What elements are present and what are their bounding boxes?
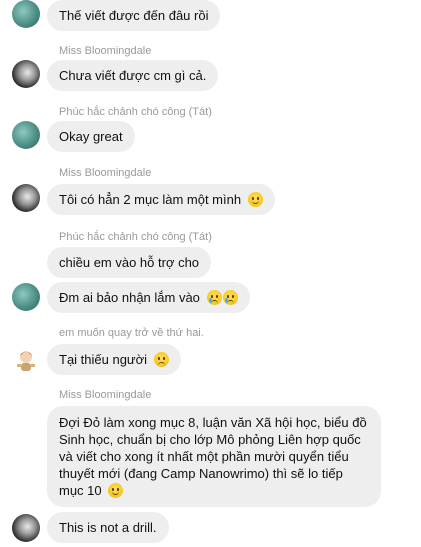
message-bubble[interactable]: Tại thiếu người	[47, 344, 181, 375]
message-bubble[interactable]: Thế viết được đến đâu rồi	[47, 0, 221, 31]
avatar[interactable]	[12, 0, 40, 28]
message-bubble[interactable]: Đm ai bảo nhận lắm vào	[47, 282, 250, 313]
message-text: Thế viết được đến đâu rồi	[59, 8, 209, 23]
sender-name: Miss Bloomingdale	[59, 167, 152, 179]
message-bubble[interactable]: Okay great	[47, 121, 135, 152]
crying-emoji-icon	[206, 290, 222, 305]
message-text: Chưa viết được cm gì cả.	[59, 68, 207, 83]
avatar[interactable]	[12, 514, 40, 542]
sender-name: em muốn quay trở về thứ hai.	[59, 327, 204, 339]
message-text: Tôi có hẳn 2 mục làm một mình	[59, 192, 242, 207]
sender-name: Miss Bloomingdale	[59, 389, 152, 401]
message-text: chiều em vào hỗ trợ cho	[59, 255, 200, 270]
avatar[interactable]	[12, 184, 40, 212]
avatar[interactable]	[12, 60, 40, 88]
message-bubble[interactable]: chiều em vào hỗ trợ cho	[47, 247, 212, 278]
avatar[interactable]	[12, 121, 40, 149]
sender-name: Phúc hắc chảnh chó công (Tát)	[59, 231, 212, 243]
sad-emoji-icon	[153, 352, 169, 367]
character-avatar-icon	[17, 351, 35, 371]
message-text: Đm ai bảo nhận lắm vào	[59, 290, 200, 305]
message-bubble[interactable]: Tôi có hẳn 2 mục làm một mình	[47, 184, 275, 215]
message-bubble[interactable]: This is not a drill.	[47, 512, 169, 543]
sender-name: Phúc hắc chảnh chó công (Tát)	[59, 106, 212, 118]
message-text: Okay great	[59, 129, 123, 144]
smile-emoji-icon	[108, 483, 124, 498]
message-text: This is not a drill.	[59, 520, 157, 535]
smile-emoji-icon	[247, 192, 263, 207]
message-bubble[interactable]: Đợi Đỏ làm xong mục 8, luận văn Xã hội h…	[47, 406, 381, 507]
message-bubble[interactable]: Chưa viết được cm gì cả.	[47, 60, 219, 91]
crying-emoji-icon	[222, 290, 238, 305]
sender-name: Miss Bloomingdale	[59, 45, 152, 57]
message-text: Tại thiếu người	[59, 352, 148, 367]
avatar[interactable]	[12, 346, 40, 374]
avatar[interactable]	[12, 283, 40, 311]
message-text: Đợi Đỏ làm xong mục 8, luận văn Xã hội h…	[59, 415, 367, 498]
